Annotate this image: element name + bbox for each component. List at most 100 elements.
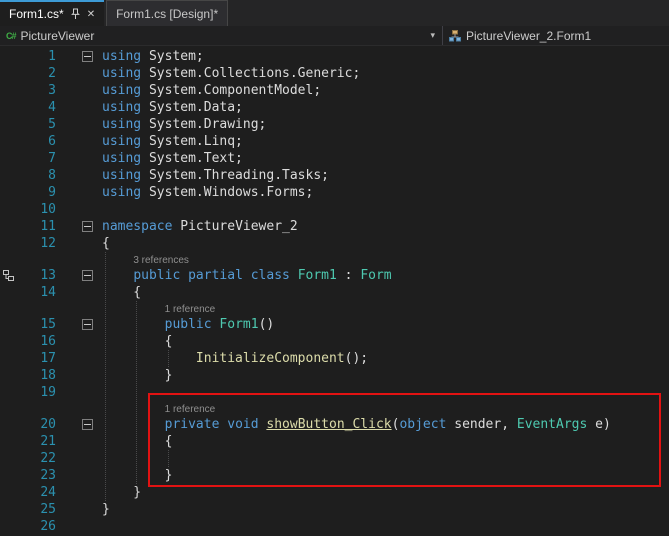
fold-collapse-button[interactable] xyxy=(82,319,93,330)
code-line[interactable]: 13 public partial class Form1 : Form xyxy=(0,267,669,284)
glyph-margin[interactable] xyxy=(0,484,24,501)
glyph-margin[interactable] xyxy=(0,416,24,433)
fold-collapse-button[interactable] xyxy=(82,51,93,62)
glyph-margin[interactable] xyxy=(0,350,24,367)
code-text[interactable]: using System.Data; xyxy=(96,99,669,116)
code-line[interactable]: 4using System.Data; xyxy=(0,99,669,116)
member-dropdown[interactable]: PictureViewer_2.Form1 xyxy=(443,26,669,45)
glyph-margin[interactable] xyxy=(0,184,24,201)
glyph-margin[interactable] xyxy=(0,501,24,518)
code-line[interactable]: 25} xyxy=(0,501,669,518)
code-text[interactable]: InitializeComponent(); xyxy=(96,350,669,367)
code-line[interactable]: 20 private void showButton_Click(object … xyxy=(0,416,669,433)
code-line[interactable]: 26 xyxy=(0,518,669,535)
code-text[interactable]: public partial class Form1 : Form xyxy=(96,267,669,284)
glyph-margin[interactable] xyxy=(0,48,24,65)
glyph-margin[interactable] xyxy=(0,333,24,350)
code-text[interactable]: { xyxy=(96,333,669,350)
glyph-margin[interactable] xyxy=(0,384,24,401)
glyph-margin[interactable] xyxy=(0,65,24,82)
glyph-margin[interactable] xyxy=(0,467,24,484)
code-line[interactable]: 9using System.Windows.Forms; xyxy=(0,184,669,201)
code-text[interactable]: using System.Threading.Tasks; xyxy=(96,167,669,184)
glyph-margin[interactable] xyxy=(0,201,24,218)
inheritance-icon[interactable] xyxy=(2,269,15,282)
fold-collapse-button[interactable] xyxy=(82,419,93,430)
glyph-margin[interactable] xyxy=(0,301,24,316)
code-line[interactable]: 5using System.Drawing; xyxy=(0,116,669,133)
code-text[interactable]: } xyxy=(96,467,669,484)
code-text[interactable]: using System.ComponentModel; xyxy=(96,82,669,99)
glyph-margin[interactable] xyxy=(0,167,24,184)
fold-collapse-button[interactable] xyxy=(82,221,93,232)
code-text[interactable]: using System.Drawing; xyxy=(96,116,669,133)
close-icon[interactable]: ✕ xyxy=(87,9,95,20)
code-text[interactable]: { xyxy=(96,284,669,301)
code-line[interactable]: 6using System.Linq; xyxy=(0,133,669,150)
code-text[interactable]: using System.Linq; xyxy=(96,133,669,150)
code-line[interactable]: 1using System; xyxy=(0,48,669,65)
code-text[interactable]: } xyxy=(96,501,669,518)
tab-form1-cs[interactable]: Form1.cs* ✕ xyxy=(0,0,104,26)
glyph-margin[interactable] xyxy=(0,235,24,252)
code-text[interactable]: { xyxy=(96,433,669,450)
glyph-margin[interactable] xyxy=(0,252,24,267)
glyph-margin[interactable] xyxy=(0,133,24,150)
glyph-margin[interactable] xyxy=(0,267,24,284)
code-line[interactable]: 18 } xyxy=(0,367,669,384)
code-line[interactable]: 12{ xyxy=(0,235,669,252)
tab-form1-design[interactable]: Form1.cs [Design]* xyxy=(106,0,228,26)
code-editor[interactable]: 1using System;2using System.Collections.… xyxy=(0,46,669,536)
code-text[interactable] xyxy=(96,450,669,467)
code-line[interactable]: 24 } xyxy=(0,484,669,501)
code-line[interactable]: 10 xyxy=(0,201,669,218)
code-text[interactable] xyxy=(96,384,669,401)
code-line[interactable]: 19 xyxy=(0,384,669,401)
pin-icon[interactable] xyxy=(71,8,80,20)
code-line[interactable]: 11namespace PictureViewer_2 xyxy=(0,218,669,235)
glyph-margin[interactable] xyxy=(0,401,24,416)
glyph-margin[interactable] xyxy=(0,367,24,384)
code-line[interactable]: 23 } xyxy=(0,467,669,484)
glyph-margin[interactable] xyxy=(0,433,24,450)
csharp-project-icon: C# xyxy=(6,31,16,41)
code-line[interactable]: 8using System.Threading.Tasks; xyxy=(0,167,669,184)
codelens-references[interactable]: 3 references xyxy=(133,255,189,266)
glyph-margin[interactable] xyxy=(0,150,24,167)
code-line[interactable]: 17 InitializeComponent(); xyxy=(0,350,669,367)
code-line[interactable]: 16 { xyxy=(0,333,669,350)
code-text[interactable] xyxy=(96,518,669,535)
code-text[interactable]: { xyxy=(96,235,669,252)
code-text[interactable]: } xyxy=(96,367,669,384)
glyph-margin[interactable] xyxy=(0,116,24,133)
code-text[interactable]: } xyxy=(96,484,669,501)
line-number: 21 xyxy=(24,433,56,450)
code-text[interactable]: using System; xyxy=(96,48,669,65)
code-text[interactable]: using System.Collections.Generic; xyxy=(96,65,669,82)
codelens-references[interactable]: 1 reference xyxy=(165,304,216,315)
code-line[interactable]: 2using System.Collections.Generic; xyxy=(0,65,669,82)
codelens-references[interactable]: 1 reference xyxy=(165,404,216,415)
code-line[interactable]: 3using System.ComponentModel; xyxy=(0,82,669,99)
code-text[interactable]: using System.Text; xyxy=(96,150,669,167)
code-line[interactable]: 7using System.Text; xyxy=(0,150,669,167)
project-dropdown[interactable]: C# PictureViewer ▾ xyxy=(0,26,443,45)
glyph-margin[interactable] xyxy=(0,450,24,467)
code-text[interactable]: public Form1() xyxy=(96,316,669,333)
code-text[interactable]: namespace PictureViewer_2 xyxy=(96,218,669,235)
glyph-margin[interactable] xyxy=(0,518,24,535)
glyph-margin[interactable] xyxy=(0,82,24,99)
glyph-margin[interactable] xyxy=(0,99,24,116)
glyph-margin[interactable] xyxy=(0,284,24,301)
fold-collapse-button[interactable] xyxy=(82,270,93,281)
glyph-margin[interactable] xyxy=(0,218,24,235)
code-text[interactable] xyxy=(96,201,669,218)
code-text[interactable]: using System.Windows.Forms; xyxy=(96,184,669,201)
code-line[interactable]: 21 { xyxy=(0,433,669,450)
code-line[interactable]: 22 xyxy=(0,450,669,467)
glyph-margin[interactable] xyxy=(0,316,24,333)
code-text[interactable]: private void showButton_Click(object sen… xyxy=(96,416,669,433)
code-line[interactable]: 14 { xyxy=(0,284,669,301)
chevron-down-icon[interactable]: ▾ xyxy=(430,30,438,41)
code-line[interactable]: 15 public Form1() xyxy=(0,316,669,333)
